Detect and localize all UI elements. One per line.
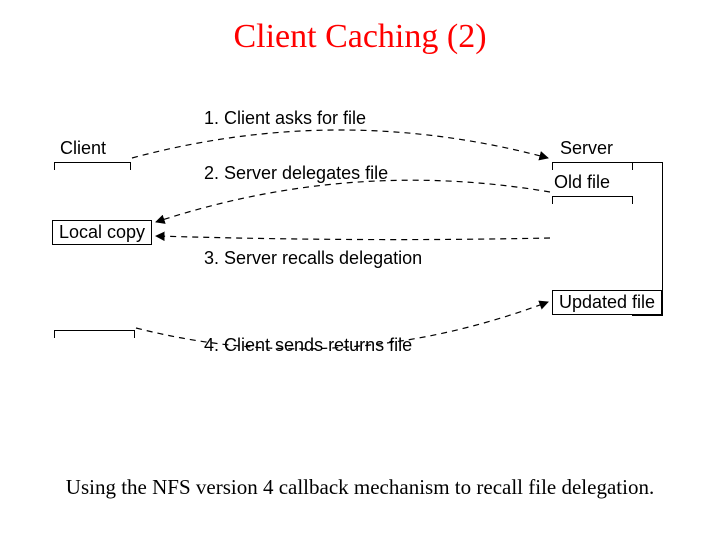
page-title: Client Caching (2) (0, 18, 720, 56)
client-underline (54, 162, 130, 163)
server-bracket (632, 162, 663, 316)
client-return-underline (54, 330, 134, 331)
step1-label: 1. Client asks for file (204, 108, 366, 129)
server-label: Server (560, 138, 613, 159)
client-tick-right (130, 162, 131, 170)
client-return-tick-right (134, 330, 135, 338)
step4-label: 4. Client sends returns file (204, 335, 412, 356)
server-tick-left (552, 162, 553, 170)
old-file-label: Old file (554, 172, 610, 193)
client-tick-left (54, 162, 55, 170)
client-label: Client (60, 138, 106, 159)
diagram-arrows (0, 0, 720, 540)
server-underline (552, 162, 632, 163)
old-file-tick-left (552, 196, 553, 204)
client-return-tick-left (54, 330, 55, 338)
arrow-step2 (156, 180, 550, 222)
arrow-step3 (156, 236, 550, 240)
local-copy-box: Local copy (52, 220, 152, 245)
arrow-step1 (132, 130, 548, 158)
step2-label: 2. Server delegates file (204, 163, 388, 184)
step3-label: 3. Server recalls delegation (204, 248, 422, 269)
caption-text: Using the NFS version 4 callback mechani… (0, 475, 720, 500)
old-file-underline (552, 196, 632, 197)
